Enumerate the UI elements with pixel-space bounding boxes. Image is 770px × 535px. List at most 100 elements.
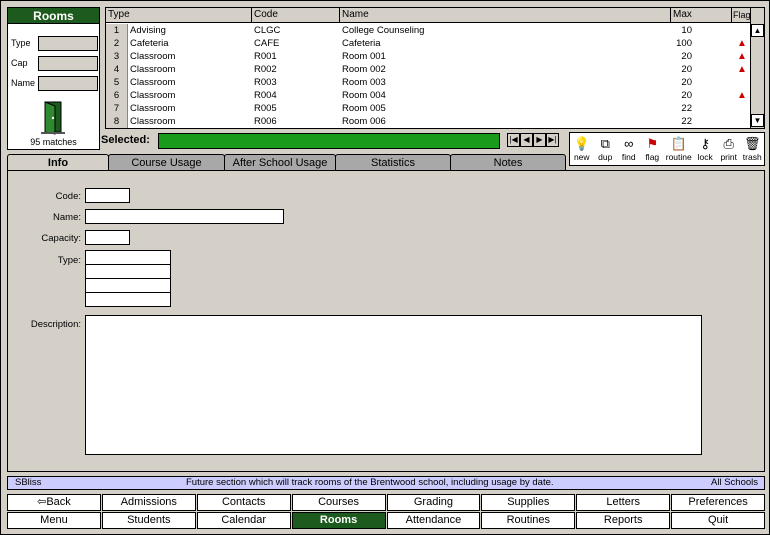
type-filter-input[interactable] — [38, 35, 98, 51]
routine-button[interactable]: 📋 routine — [664, 133, 693, 165]
nav-label: Contacts — [221, 496, 266, 508]
nav-grading-button[interactable]: Grading — [386, 494, 481, 511]
table-row[interactable]: 3 Classroom R001 Room 001 20 ▲ — [106, 50, 750, 63]
nav-reports-button[interactable]: Reports — [576, 512, 671, 529]
nav-label: Admissions — [120, 496, 177, 508]
nav-back-button[interactable]: ⇦Back — [7, 494, 101, 511]
cell-max: 20 — [681, 90, 692, 101]
nav-quit-button[interactable]: Quit — [671, 512, 765, 529]
print-button[interactable]: ⎙ print — [717, 133, 741, 165]
key-icon: ⚷ — [700, 136, 710, 151]
nav-label: Calendar — [221, 514, 266, 526]
tab-after-school-usage[interactable]: After School Usage — [224, 154, 336, 171]
toolbar-label: trash — [742, 152, 762, 162]
name-label: Name: — [53, 212, 81, 223]
name-field[interactable] — [85, 209, 284, 224]
trash-button[interactable]: 🗑 trash — [740, 133, 764, 165]
info-panel: Code: Name: Capacity: Type: Description: — [7, 170, 765, 472]
new-button[interactable]: 💡 new — [570, 133, 594, 165]
flag-button[interactable]: ⚑ flag — [641, 133, 665, 165]
cell-code: R001 — [254, 51, 277, 62]
nav-rooms-button[interactable]: Rooms — [291, 512, 386, 529]
row-number: 6 — [106, 89, 128, 102]
flag-icon — [732, 76, 750, 89]
first-record-icon[interactable]: |◀ — [507, 133, 520, 147]
last-record-icon[interactable]: ▶| — [546, 133, 559, 147]
code-field[interactable] — [85, 188, 130, 203]
type-list-item[interactable] — [86, 293, 170, 307]
nav-courses-button[interactable]: Courses — [291, 494, 386, 511]
description-field[interactable] — [85, 315, 702, 455]
cell-code: R003 — [254, 77, 277, 88]
nav-routines-button[interactable]: Routines — [481, 512, 576, 529]
match-count: 95 matches — [30, 137, 77, 147]
table-scrollbar[interactable]: ▲ ▼ — [750, 8, 764, 128]
cell-name: Room 002 — [342, 64, 386, 75]
type-list[interactable] — [85, 250, 171, 307]
nav-contacts-button[interactable]: Contacts — [196, 494, 291, 511]
find-button[interactable]: ∞ find — [617, 133, 641, 165]
type-list-item[interactable] — [86, 251, 170, 265]
record-navigation: |◀ ◀ ▶ ▶| — [507, 133, 559, 147]
duplicate-icon: ⧉ — [600, 136, 610, 151]
nav-preferences-button[interactable]: Preferences — [671, 494, 765, 511]
toolbar-label: find — [621, 152, 636, 162]
nav-calendar-button[interactable]: Calendar — [196, 512, 291, 529]
nav-label: Students — [127, 514, 171, 526]
col-code-header[interactable]: Code — [252, 8, 340, 23]
nav-supplies-button[interactable]: Supplies — [481, 494, 576, 511]
cap-filter-input[interactable] — [38, 55, 98, 71]
cell-code: R002 — [254, 64, 277, 75]
table-row[interactable]: 6 Classroom R004 Room 004 20 ▲ — [106, 89, 750, 102]
tab-statistics[interactable]: Statistics — [335, 154, 451, 171]
nav-admissions-button[interactable]: Admissions — [101, 494, 196, 511]
col-name-header[interactable]: Name — [340, 8, 671, 23]
type-list-item[interactable] — [86, 279, 170, 293]
col-flag-header[interactable]: Flag — [732, 8, 751, 23]
lock-button[interactable]: ⚷ lock — [693, 133, 717, 165]
table-row[interactable]: 4 Classroom R002 Room 002 20 ▲ — [106, 63, 750, 76]
nav-menu-button[interactable]: Menu — [7, 512, 101, 529]
tab-notes[interactable]: Notes — [450, 154, 566, 171]
type-filter-row: Type — [11, 35, 98, 51]
table-row[interactable]: 8 Classroom R006 Room 006 22 — [106, 115, 750, 128]
cell-max: 22 — [681, 116, 692, 127]
type-list-item[interactable] — [86, 265, 170, 279]
nav-letters-button[interactable]: Letters — [576, 494, 671, 511]
cell-name: Room 004 — [342, 90, 386, 101]
row-number: 3 — [106, 50, 128, 63]
dup-button[interactable]: ⧉ dup — [594, 133, 618, 165]
table-header: Type Code Name Max Flag — [106, 8, 751, 23]
scroll-down-arrow-icon[interactable]: ▼ — [751, 114, 764, 127]
table-row[interactable]: 1 Advising CLGC College Counseling 10 — [106, 24, 750, 37]
nav-label: Preferences — [688, 496, 748, 508]
table-row[interactable]: 7 Classroom R005 Room 005 22 — [106, 102, 750, 115]
scroll-up-arrow-icon[interactable]: ▲ — [751, 24, 764, 37]
description-label: Description: — [30, 319, 81, 330]
cell-max: 20 — [681, 51, 692, 62]
nav-students-button[interactable]: Students — [101, 512, 196, 529]
capacity-field[interactable] — [85, 230, 130, 245]
row-number: 8 — [106, 115, 128, 128]
tab-course-usage[interactable]: Course Usage — [108, 154, 225, 171]
nav-label: Letters — [606, 496, 640, 508]
col-type-header[interactable]: Type — [106, 8, 252, 23]
nav-attendance-button[interactable]: Attendance — [386, 512, 481, 529]
table-row[interactable]: 2 Cafeteria CAFE Cafeteria 100 ▲ — [106, 37, 750, 50]
next-record-icon[interactable]: ▶ — [533, 133, 546, 147]
flag-icon — [732, 115, 750, 128]
cap-filter-row: Cap — [11, 55, 98, 71]
toolbar-label: lock — [697, 152, 713, 162]
row-number: 2 — [106, 37, 128, 50]
flag-icon — [732, 102, 750, 115]
flag-icon: ▲ — [737, 64, 747, 75]
name-filter-input[interactable] — [38, 75, 98, 91]
table-row[interactable]: 5 Classroom R003 Room 003 20 — [106, 76, 750, 89]
cell-max: 20 — [681, 64, 692, 75]
previous-record-icon[interactable]: ◀ — [520, 133, 533, 147]
flag-icon: ▲ — [737, 38, 747, 49]
code-label: Code: — [55, 191, 81, 202]
cell-max: 20 — [681, 77, 692, 88]
col-max-header[interactable]: Max — [671, 8, 732, 23]
cell-code: CAFE — [254, 38, 280, 49]
